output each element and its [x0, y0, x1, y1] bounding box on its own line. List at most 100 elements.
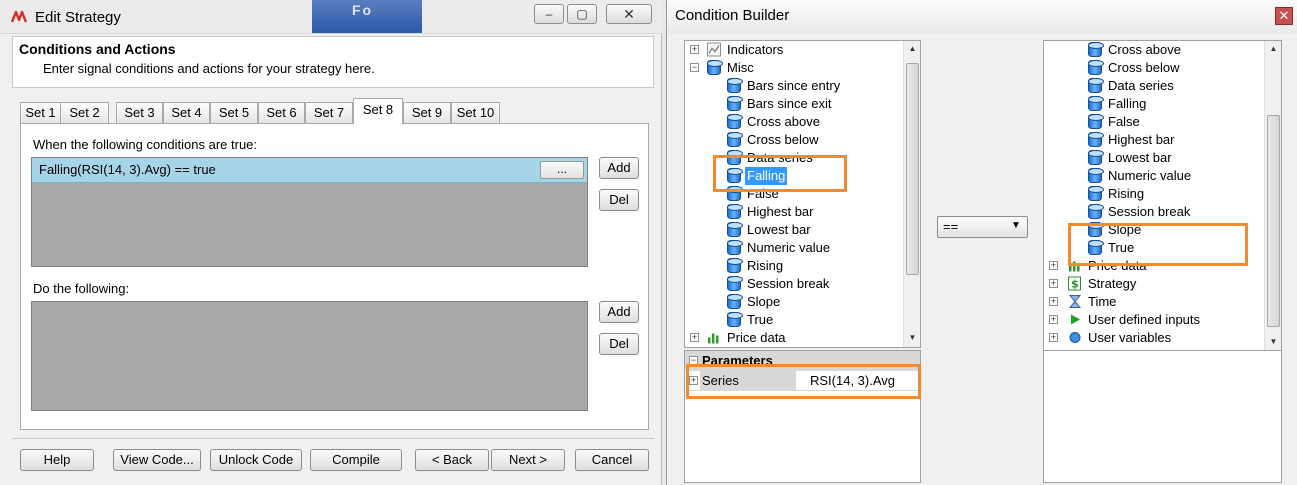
minimize-button[interactable]: ‒: [534, 4, 564, 24]
tree-item[interactable]: Highest bar: [1044, 131, 1264, 149]
scroll-thumb[interactable]: [1267, 115, 1280, 327]
tree-item-label: Session break: [1108, 204, 1191, 219]
add-action-button[interactable]: Add: [599, 301, 639, 323]
tree-item[interactable]: False: [685, 185, 903, 203]
expand-icon[interactable]: +: [690, 45, 699, 54]
compile-button[interactable]: Compile: [310, 449, 402, 471]
tree-item[interactable]: Cross above: [685, 113, 903, 131]
parameter-name: Series: [700, 371, 796, 390]
parameter-row[interactable]: + Series RSI(14, 3).Avg: [685, 371, 919, 391]
tab-set-3[interactable]: Set 3: [116, 102, 163, 124]
tree-item-label: Rising: [747, 258, 784, 273]
condition-builder-window: Condition Builder ✕ + Indicators − Misc …: [666, 0, 1297, 485]
right-tree-scrollbar[interactable]: ▲ ▼: [1264, 41, 1281, 351]
database-icon: [1088, 78, 1104, 93]
add-condition-button[interactable]: Add: [599, 157, 639, 179]
parameter-value[interactable]: RSI(14, 3).Avg: [797, 371, 917, 390]
next-button[interactable]: Next >: [491, 449, 565, 471]
tree-item[interactable]: Rising: [685, 257, 903, 275]
tree-item-user-defined-inputs[interactable]: + User defined inputs: [1044, 311, 1264, 329]
app-logo-icon: [10, 10, 28, 23]
tree-item[interactable]: Numeric value: [1044, 167, 1264, 185]
tree-item[interactable]: Highest bar: [685, 203, 903, 221]
tree-item[interactable]: Data series: [1044, 77, 1264, 95]
tree-item-user-variables[interactable]: + User variables: [1044, 329, 1264, 347]
actions-list[interactable]: [31, 301, 588, 411]
collapse-icon[interactable]: −: [689, 356, 698, 365]
tab-set-2[interactable]: Set 2: [60, 102, 109, 124]
expand-icon[interactable]: +: [689, 376, 698, 385]
edit-strategy-title-bar[interactable]: Edit Strategy Fo ‒ ▢ ✕: [0, 0, 662, 34]
tree-item[interactable]: Cross above: [1044, 41, 1264, 59]
tree-item[interactable]: Data series: [685, 149, 903, 167]
divider: [12, 438, 654, 439]
tree-item[interactable]: Lowest bar: [685, 221, 903, 239]
tree-item[interactable]: Falling: [1044, 95, 1264, 113]
tree-item[interactable]: False: [1044, 113, 1264, 131]
tab-set-1[interactable]: Set 1: [20, 102, 61, 124]
tree-item[interactable]: Slope: [685, 293, 903, 311]
tab-set-10[interactable]: Set 10: [451, 102, 500, 124]
scroll-up-icon[interactable]: ▲: [1265, 44, 1281, 53]
expand-icon[interactable]: +: [1049, 333, 1058, 342]
tree-item[interactable]: Session break: [685, 275, 903, 293]
price-chart-icon: [708, 333, 719, 344]
condition-row[interactable]: Falling(RSI(14, 3).Avg) == true ...: [32, 158, 587, 183]
tree-item[interactable]: True: [685, 311, 903, 329]
expand-icon[interactable]: +: [1049, 279, 1058, 288]
condition-builder-title-bar[interactable]: Condition Builder ✕: [667, 0, 1297, 34]
back-button[interactable]: < Back: [415, 449, 489, 471]
tree-item[interactable]: Cross below: [1044, 59, 1264, 77]
database-icon: [727, 186, 743, 201]
tab-set-4[interactable]: Set 4: [163, 102, 210, 124]
tree-item-label: Price data: [727, 330, 786, 345]
tab-set-7[interactable]: Set 7: [305, 102, 353, 124]
tree-item[interactable]: True: [1044, 239, 1264, 257]
tree-item[interactable]: Slope: [1044, 221, 1264, 239]
cancel-button[interactable]: Cancel: [575, 449, 649, 471]
tree-item-label: Lowest bar: [1108, 150, 1172, 165]
tree-item[interactable]: Rising: [1044, 185, 1264, 203]
help-button[interactable]: Help: [20, 449, 94, 471]
tree-item-indicators[interactable]: + Indicators: [685, 41, 903, 59]
expand-icon[interactable]: +: [1049, 261, 1058, 270]
tree-item-strategy[interactable]: + $ Strategy: [1044, 275, 1264, 293]
tree-item[interactable]: Numeric value: [685, 239, 903, 257]
left-element-tree[interactable]: + Indicators − Misc Bars since entry Bars…: [684, 40, 921, 348]
operator-select[interactable]: == ▼: [937, 216, 1028, 238]
expand-icon[interactable]: +: [1049, 315, 1058, 324]
tree-item[interactable]: Falling: [685, 167, 903, 185]
tree-item-price-data-right[interactable]: + Price data: [1044, 257, 1264, 275]
tab-set-6[interactable]: Set 6: [258, 102, 305, 124]
left-tree-scrollbar[interactable]: ▲ ▼: [903, 41, 920, 347]
collapse-icon[interactable]: −: [690, 63, 699, 72]
tree-item-time[interactable]: + Time: [1044, 293, 1264, 311]
right-element-tree[interactable]: Cross above Cross below Data series Falling…: [1043, 40, 1282, 352]
database-icon: [1088, 132, 1104, 147]
tree-item[interactable]: Lowest bar: [1044, 149, 1264, 167]
restore-button[interactable]: ▢: [567, 4, 597, 24]
tree-item-misc[interactable]: − Misc: [685, 59, 903, 77]
tab-set-8[interactable]: Set 8: [353, 98, 403, 124]
delete-condition-button[interactable]: Del: [599, 189, 639, 211]
tab-set-9[interactable]: Set 9: [403, 102, 451, 124]
conditions-list[interactable]: Falling(RSI(14, 3).Avg) == true ...: [31, 157, 588, 267]
tree-item[interactable]: Bars since entry: [685, 77, 903, 95]
tree-item[interactable]: Cross below: [685, 131, 903, 149]
scroll-down-icon[interactable]: ▼: [904, 333, 920, 342]
scroll-thumb[interactable]: [906, 63, 919, 275]
close-button[interactable]: ✕: [606, 4, 652, 24]
tree-item-price-data[interactable]: + Price data: [685, 329, 903, 347]
tab-set-5[interactable]: Set 5: [210, 102, 258, 124]
edit-condition-button[interactable]: ...: [540, 161, 584, 179]
close-icon[interactable]: ✕: [1275, 7, 1293, 25]
tree-item[interactable]: Bars since exit: [685, 95, 903, 113]
scroll-up-icon[interactable]: ▲: [904, 44, 920, 53]
delete-action-button[interactable]: Del: [599, 333, 639, 355]
expand-icon[interactable]: +: [690, 333, 699, 342]
view-code-button[interactable]: View Code...: [113, 449, 201, 471]
tree-item[interactable]: Session break: [1044, 203, 1264, 221]
expand-icon[interactable]: +: [1049, 297, 1058, 306]
unlock-code-button[interactable]: Unlock Code: [210, 449, 302, 471]
scroll-down-icon[interactable]: ▼: [1265, 337, 1281, 346]
